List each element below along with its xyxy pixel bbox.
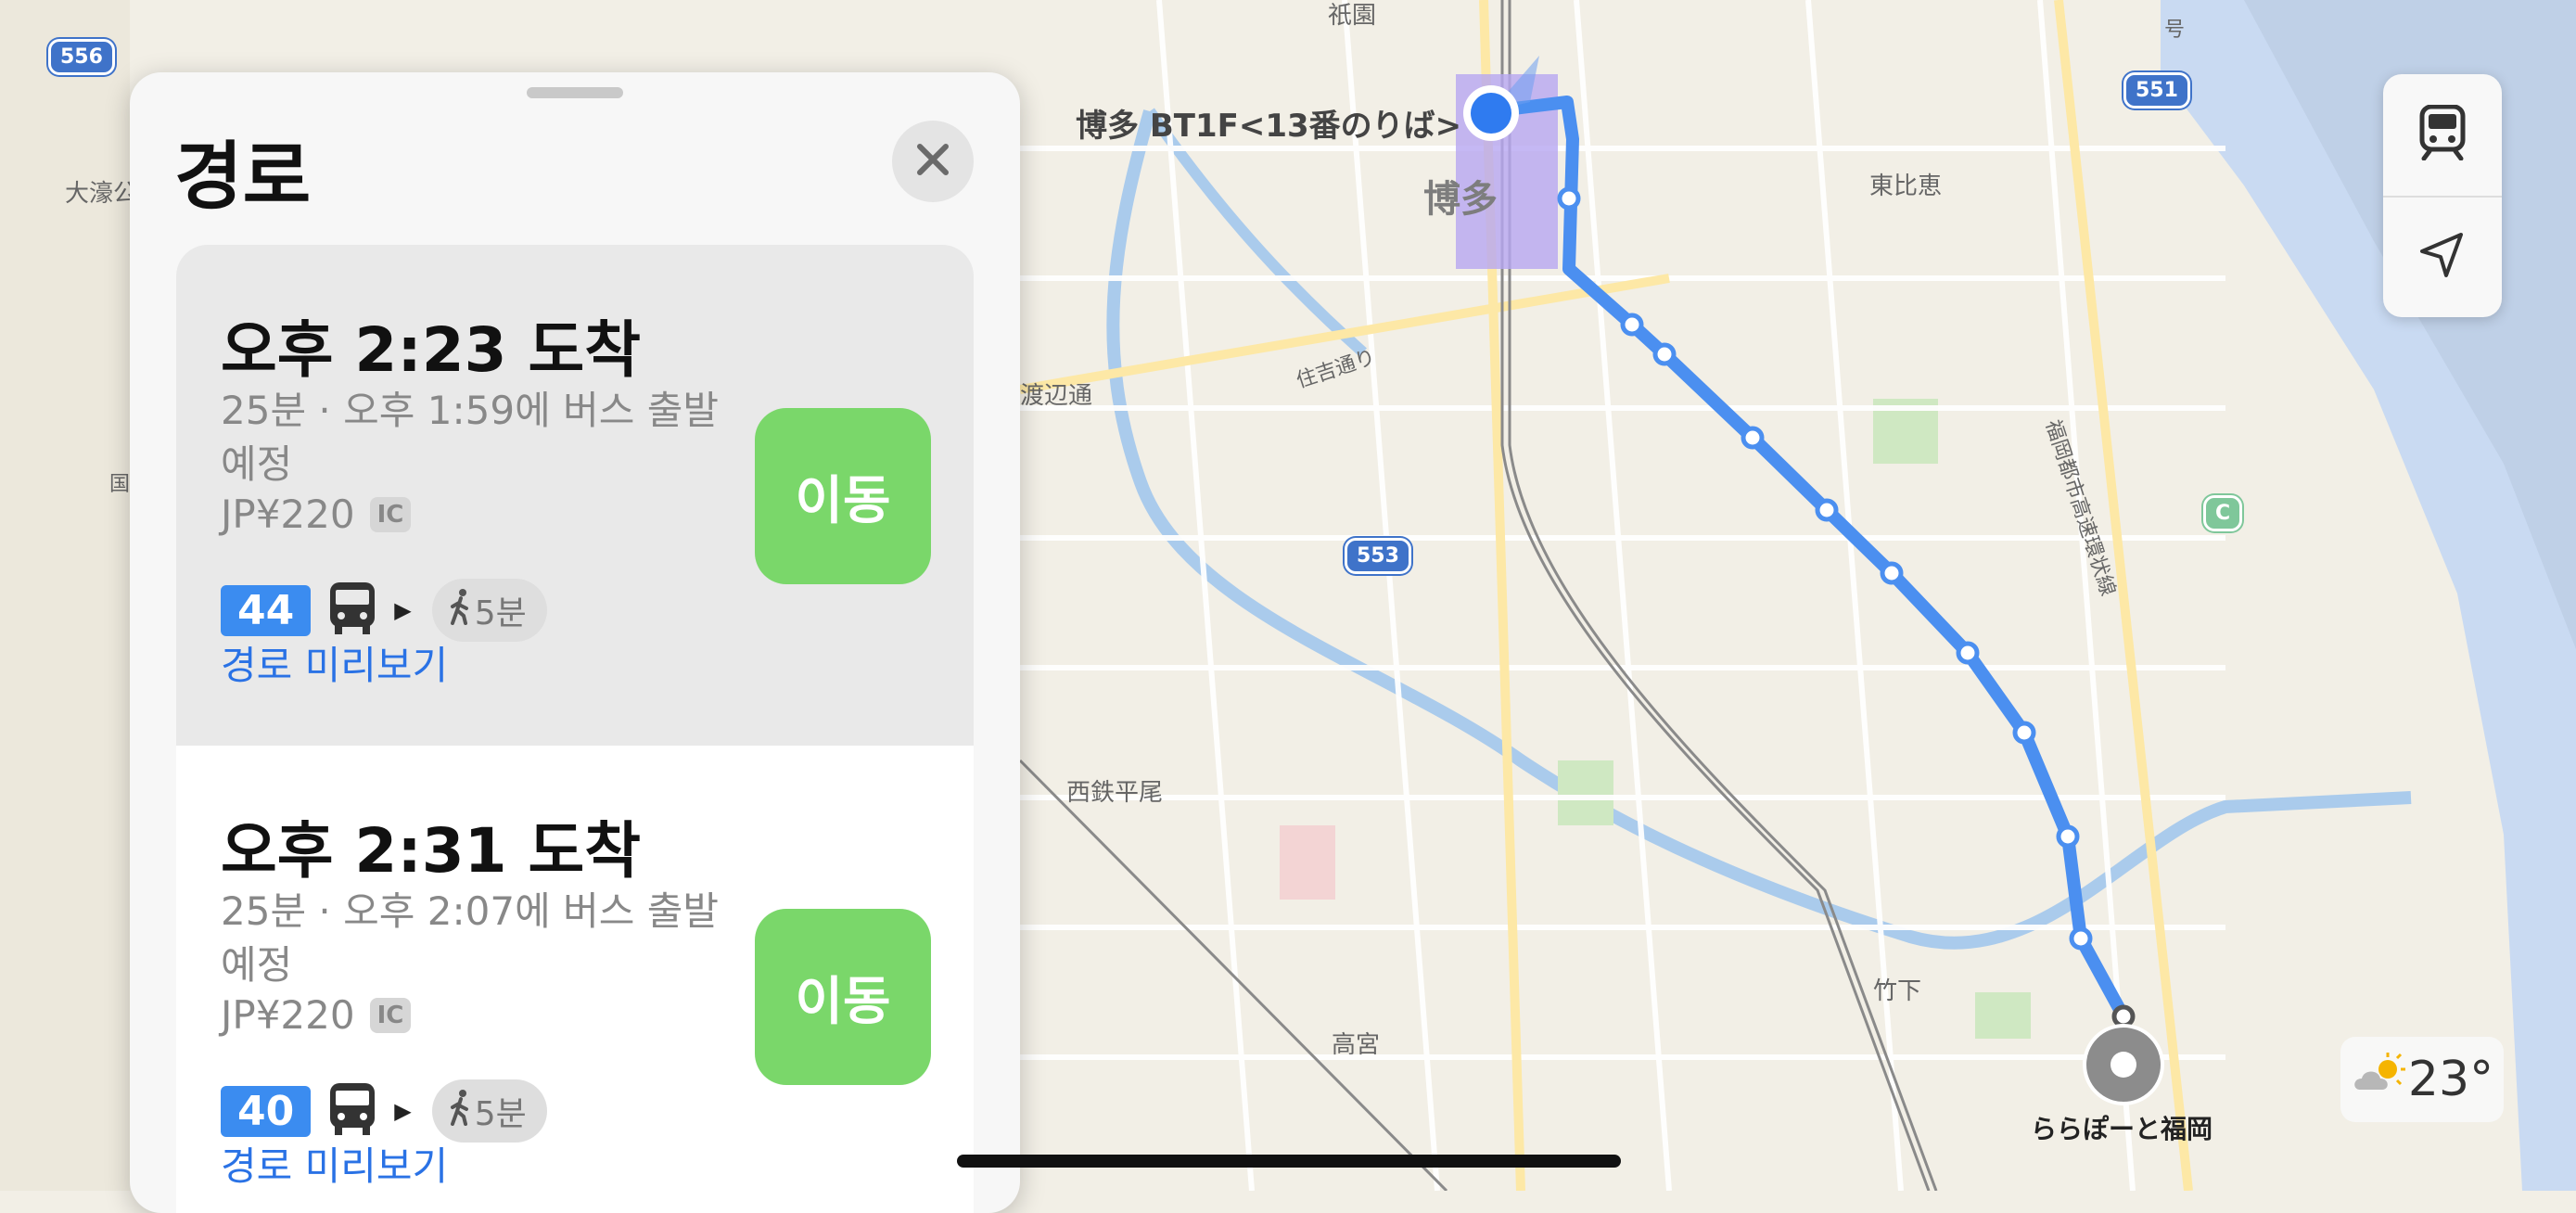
map-label: 国 (109, 473, 131, 496)
walk-step: 5분 (431, 1079, 547, 1143)
train-icon (2418, 104, 2467, 164)
go-button[interactable]: 이동 (755, 408, 931, 584)
route-shield-553: 553 (1345, 538, 1411, 574)
map-label: 高宮 (1332, 1031, 1381, 1059)
partly-sunny-icon (2351, 1052, 2408, 1107)
home-indicator[interactable] (957, 1155, 1621, 1168)
route-preview-link[interactable]: 경로 미리보기 (221, 1135, 448, 1192)
map-controls (2383, 74, 2502, 317)
location-arrow-icon (2418, 231, 2467, 283)
map-label: 東比恵 (1869, 172, 1943, 200)
map-label: 西鉄平尾 (1066, 779, 1164, 807)
weather-badge: 23° (2340, 1037, 2504, 1122)
panel-title: 경로 (174, 134, 312, 220)
panel-grabber[interactable] (527, 87, 623, 98)
map-label: 祇園 (1328, 2, 1377, 30)
walk-step: 5분 (431, 579, 547, 642)
route-summary: 25분 · 오후 2:07에 버스 출발 예정 (221, 888, 719, 988)
route-summary: 25분 · 오후 1:59에 버스 출발 예정 (221, 388, 719, 487)
walk-icon (447, 588, 475, 633)
fare: JP¥220 IC (221, 492, 412, 537)
route-shield-c: C (2203, 495, 2243, 531)
close-icon (914, 141, 951, 182)
close-button[interactable] (892, 121, 974, 202)
walk-icon (447, 1089, 475, 1134)
route-shield-551: 551 (2123, 72, 2190, 109)
destination-label[interactable]: ららぽーと福岡 (2031, 1109, 2213, 1146)
walk-duration: 5분 (474, 594, 527, 632)
route-steps: 44 ▶ 5분 (221, 579, 547, 642)
map-label: 竹下 (1873, 977, 1922, 1005)
origin-stop-label[interactable]: 博多 BT1F<13番のりば> (1076, 100, 1461, 146)
route-shield-556: 556 (48, 39, 115, 75)
route-option-2[interactable]: 오후 2:31 도착 25분 · 오후 2:07에 버스 출발 예정 JP¥22… (176, 746, 974, 1213)
map-label: 大濠公 (65, 180, 138, 208)
map-label: 号 (2164, 19, 2186, 42)
bus-icon (327, 1081, 377, 1141)
route-option-1[interactable]: 오후 2:23 도착 25분 · 오후 1:59에 버스 출발 예정 JP¥22… (176, 245, 974, 746)
arrival-time: 오후 2:23 도착 (221, 314, 641, 386)
route-steps: 40 ▶ 5분 (221, 1079, 547, 1143)
fare-amount: JP¥220 (221, 492, 355, 537)
walk-duration: 5분 (474, 1095, 527, 1133)
bus-icon (327, 581, 377, 640)
fare: JP¥220 IC (221, 992, 412, 1038)
area-label-hakata: 博多 (1423, 178, 1498, 221)
fare-amount: JP¥220 (221, 992, 355, 1038)
bus-number-badge: 44 (221, 584, 312, 636)
step-arrow-icon: ▶ (394, 597, 412, 623)
go-button[interactable]: 이동 (755, 909, 931, 1085)
arrival-time: 오후 2:31 도착 (221, 815, 641, 887)
map-label: 渡辺通 (1020, 382, 1093, 410)
transit-mode-button[interactable] (2383, 74, 2502, 195)
temperature: 23° (2407, 1052, 2494, 1107)
current-location-button[interactable] (2383, 197, 2502, 317)
ic-card-badge: IC (369, 496, 412, 532)
bus-number-badge: 40 (221, 1085, 312, 1137)
step-arrow-icon: ▶ (394, 1098, 412, 1124)
ic-card-badge: IC (369, 997, 412, 1033)
route-preview-link[interactable]: 경로 미리보기 (221, 634, 448, 691)
routes-panel: 경로 오후 2:23 도착 25분 · 오후 1:59에 버스 출발 예정 JP… (130, 72, 1020, 1213)
